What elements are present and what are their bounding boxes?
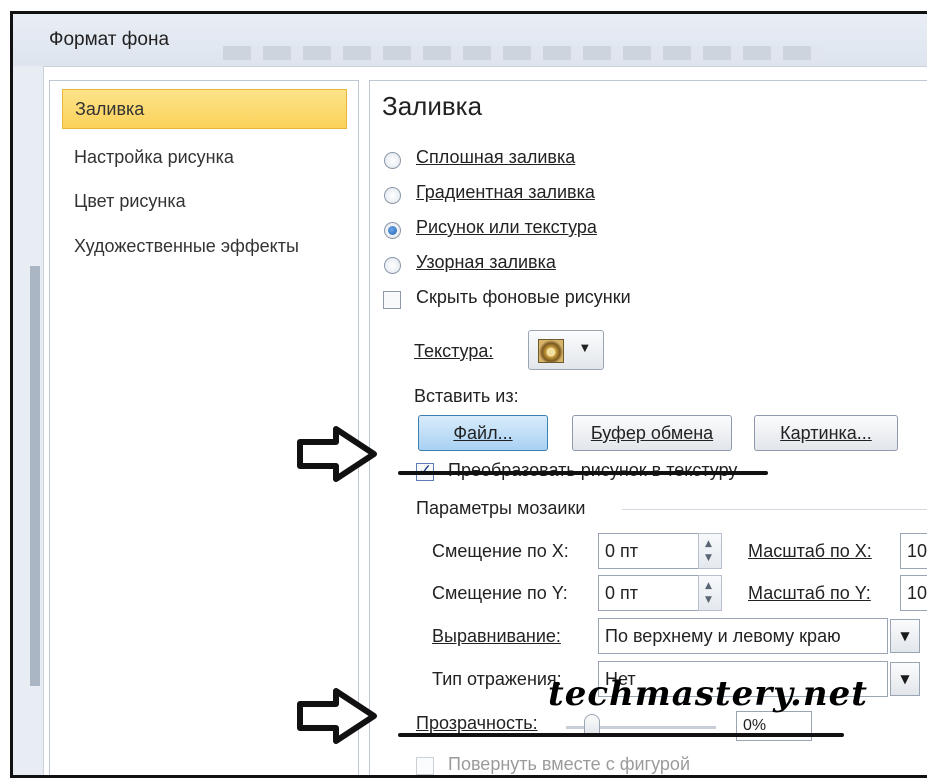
gradient-fill-label[interactable]: Градиентная заливка [416,182,595,203]
sidebar-item-picture-settings[interactable]: Настройка рисунка [62,137,347,177]
offset-x-label: Смещение по X: [432,541,569,561]
offset-x-input[interactable]: 0 пт [598,533,708,569]
pattern-fill-label[interactable]: Узорная заливка [416,252,556,273]
title-bar: Формат фона [13,14,927,67]
tiling-group-label: Параметры мозаики [416,498,586,518]
scale-x-label: Масштаб по X: [748,541,872,561]
hide-background-checkbox[interactable] [383,291,401,309]
scale-x-input[interactable]: 100% [900,533,927,569]
window-title: Формат фона [49,29,170,50]
rotate-with-shape-label[interactable]: Повернуть вместе с фигурой [448,754,690,775]
clipboard-button[interactable]: Буфер обмена [572,415,732,451]
highlight-underline [398,733,844,737]
spin-down-icon: ▼ [705,553,712,563]
scale-y-label: Масштаб по Y: [748,583,871,603]
sidebar-item-artistic-effects[interactable]: Художественные эффекты [62,226,347,266]
file-button[interactable]: Файл... [418,415,548,451]
picture-texture-label[interactable]: Рисунок или текстура [416,217,597,238]
pattern-fill-radio[interactable] [384,257,401,274]
mirror-type-label: Тип отражения: [432,669,562,689]
scrollbar[interactable] [30,266,40,686]
gradient-fill-radio[interactable] [384,187,401,204]
highlight-underline [398,471,768,475]
pointer-arrow-icon [297,426,377,482]
alignment-select[interactable]: По верхнему и левому краю [598,618,888,654]
sidebar-item-fill[interactable]: Заливка [62,89,347,129]
insert-from-label: Вставить из: [414,386,519,406]
rotate-with-shape-checkbox[interactable] [416,757,434,775]
texture-picker[interactable]: ▼ [528,330,604,370]
solid-fill-radio[interactable] [384,152,401,169]
watermark: techmastery.net [548,674,868,714]
left-edge-strip [13,66,44,775]
sidebar-item-picture-color[interactable]: Цвет рисунка [62,181,347,221]
offset-y-label: Смещение по Y: [432,583,568,603]
dialog-window: Формат фона Заливка Настройка рисунка Цв… [10,11,927,778]
picture-texture-radio[interactable] [384,222,401,239]
offset-x-stepper[interactable]: ▲ ▼ [698,533,722,569]
pointer-arrow-icon [297,688,377,744]
offset-y-input[interactable]: 0 пт [598,575,708,611]
hide-background-label[interactable]: Скрыть фоновые рисунки [416,287,631,308]
chevron-down-icon: ▼ [581,343,589,354]
offset-y-stepper[interactable]: ▲ ▼ [698,575,722,611]
section-heading: Заливка [382,91,483,121]
spin-down-icon: ▼ [705,595,712,605]
clipart-button[interactable]: Картинка... [754,415,898,451]
solid-fill-label[interactable]: Сплошная заливка [416,147,575,168]
alignment-dropdown-button[interactable]: ▼ [890,619,920,653]
spin-up-icon: ▲ [705,539,712,549]
alignment-label: Выравнивание: [432,626,561,646]
fill-panel: Заливка Сплошная заливка Градиентная зал… [369,80,927,775]
group-divider [622,509,927,510]
spin-up-icon: ▲ [705,581,712,591]
texture-swatch-icon [538,339,564,363]
transparency-label: Прозрачность: [416,713,538,733]
blurred-ribbon [223,46,823,60]
mirror-dropdown-button[interactable]: ▼ [890,662,920,696]
scale-y-input[interactable]: 100% [900,575,927,611]
texture-label: Текстура: [414,341,494,361]
